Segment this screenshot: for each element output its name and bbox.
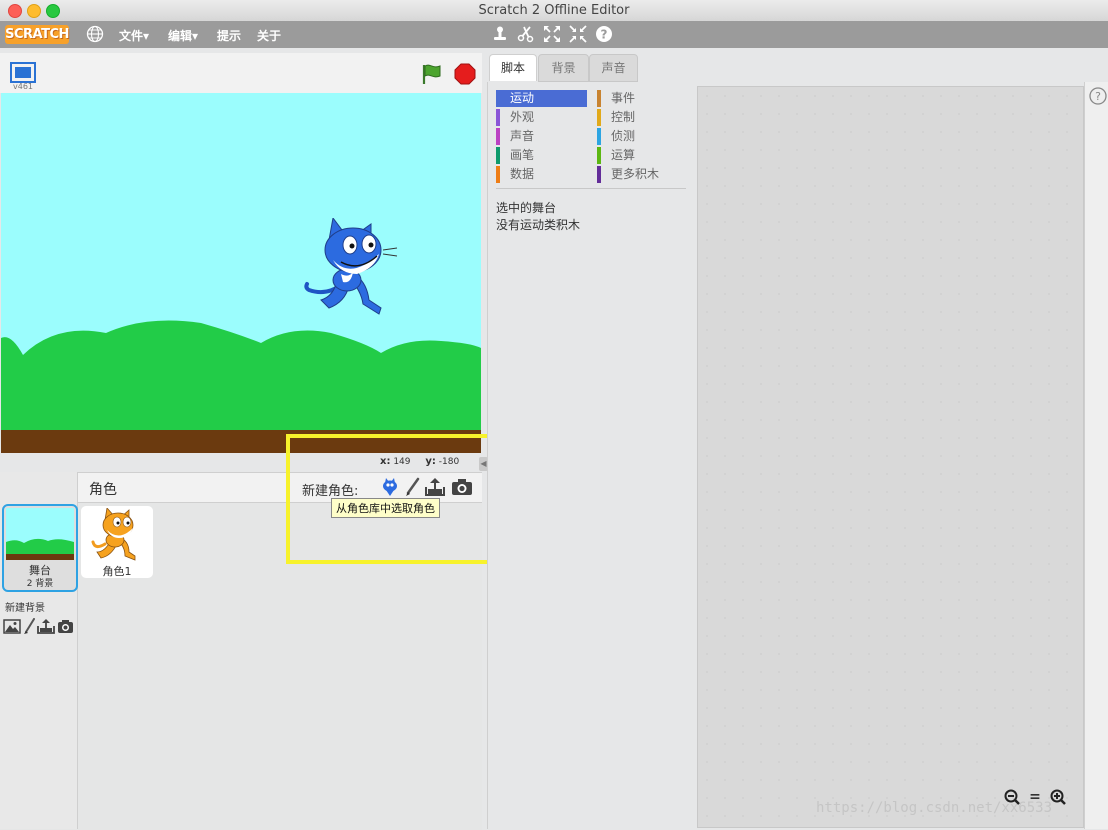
camera-new-backdrop-icon[interactable] [57,619,74,634]
stage-thumbnail[interactable]: 舞台 2 背景 [2,504,78,592]
category-column-right: 事件 控制 侦测 运算 更多积木 [597,90,688,183]
shrink-icon[interactable] [568,25,588,45]
category-pen[interactable]: 画笔 [496,147,587,164]
stage-backdrop-count: 2 背景 [26,579,54,589]
stage-backdrop [1,93,481,453]
category-sound[interactable]: 声音 [496,128,587,145]
upload-backdrop-icon[interactable] [37,618,55,635]
category-motion[interactable]: 运动 [496,90,587,107]
category-more-blocks[interactable]: 更多积木 [597,166,688,183]
category-operators[interactable]: 运算 [597,147,688,164]
category-column-left: 运动 外观 声音 画笔 数据 [496,90,587,183]
menu-bar: SCRATCH 文件▾ 编辑▾ 提示 关于 ? [0,21,1108,48]
grow-icon[interactable] [542,25,562,45]
stage-thumbnail-image [6,508,74,560]
category-sensing[interactable]: 侦测 [597,128,688,145]
right-side-strip: ? [1084,82,1108,829]
green-flag-icon[interactable] [421,63,443,85]
paint-new-backdrop-icon[interactable] [23,618,35,635]
sprites-title: 角色 [89,482,117,498]
palette-divider [496,188,686,189]
category-control[interactable]: 控制 [597,109,688,126]
menu-tips[interactable]: 提示 [217,27,241,44]
no-blocks-text: 没有运动类积木 [496,218,581,232]
svg-text:?: ? [601,28,608,42]
help-icon[interactable]: ? [594,25,614,45]
watermark: https://blog.csdn.net/xx6533 [816,800,1053,816]
block-palette: 运动 外观 声音 画笔 数据 事件 控制 侦测 运算 更多积木 选中的舞台 没有… [487,82,696,829]
svg-text:?: ? [1095,90,1101,103]
title-bar: Scratch 2 Offline Editor [0,0,1108,22]
tab-scripts[interactable]: 脚本 [489,54,537,81]
tab-sounds[interactable]: 声音 [589,54,638,82]
blue-cat-sprite[interactable] [301,216,401,318]
menu-edit[interactable]: 编辑▾ [168,27,198,44]
orange-cat-sprite-icon [91,508,136,561]
sprite-name: 角色1 [102,565,132,578]
duplicate-stamp-icon[interactable] [490,25,510,45]
category-looks[interactable]: 外观 [496,109,587,126]
window-title: Scratch 2 Offline Editor [478,3,630,18]
stage-canvas[interactable] [1,93,481,453]
category-events[interactable]: 事件 [597,90,688,107]
stop-sign-icon[interactable] [454,63,476,85]
version-label: v461 [13,82,34,91]
selected-stage-text: 选中的舞台 [496,201,557,215]
menu-file[interactable]: 文件▾ [119,27,149,44]
category-data[interactable]: 数据 [496,166,587,183]
tab-backdrops[interactable]: 背景 [538,54,589,82]
menu-about[interactable]: 关于 [257,27,281,44]
presentation-mode-icon[interactable] [10,62,36,83]
help-circle-icon[interactable]: ? [1089,87,1107,105]
stage-header: v461 [0,53,482,93]
annotation-highlight-box [286,434,508,564]
sprite-thumbnail[interactable]: 角色1 [81,506,153,578]
delete-scissors-icon[interactable] [516,25,536,45]
choose-backdrop-from-library-icon[interactable] [3,619,21,634]
language-globe-icon[interactable] [86,25,104,43]
scripts-area[interactable] [697,86,1084,828]
scratch-logo[interactable]: SCRATCH [5,25,69,44]
new-backdrop-label: 新建背景 [5,603,45,614]
